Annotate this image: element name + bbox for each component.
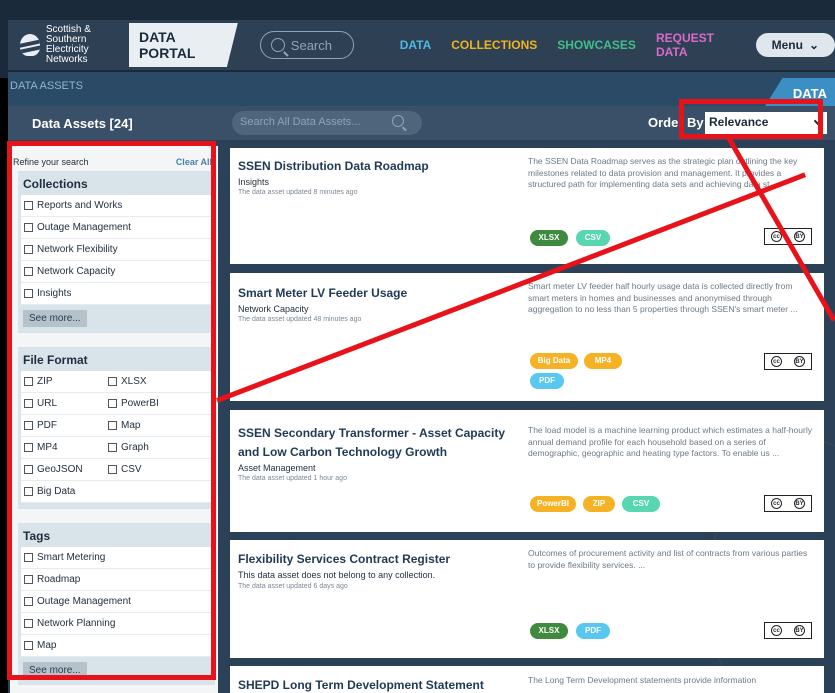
asset-collection: Insights bbox=[238, 177, 270, 187]
logo-text: Scottish & Southern Electricity Networks bbox=[46, 25, 119, 65]
asset-title[interactable]: Flexibility Services Contract Register bbox=[238, 551, 450, 567]
global-search-input[interactable]: Search bbox=[259, 31, 354, 59]
ssen-logo-icon bbox=[20, 34, 40, 56]
asset-updated: The data asset updated 6 days ago bbox=[238, 583, 348, 590]
asset-title[interactable]: SHEPD Long Term Development Statement bbox=[238, 677, 484, 693]
nav-data[interactable]: DATA bbox=[400, 38, 432, 52]
asset-updated: The data asset updated 1 hour ago bbox=[238, 475, 347, 482]
asset-search-placeholder: Search All Data Assets... bbox=[240, 116, 361, 128]
order-by-highlight bbox=[679, 99, 823, 139]
asset-title[interactable]: Smart Meter LV Feeder Usage bbox=[238, 285, 407, 301]
page-title: Data Assets [24] bbox=[32, 115, 133, 131]
cc-by-license-icon: cc BY bbox=[764, 495, 812, 512]
asset-search-input[interactable]: Search All Data Assets... bbox=[232, 111, 422, 135]
by-label: BY bbox=[794, 625, 805, 636]
cc-by-license-icon: cc BY bbox=[764, 353, 812, 370]
by-label: BY bbox=[794, 231, 805, 242]
asset-card[interactable]: SSEN Secondary Transformer - Asset Capac… bbox=[230, 410, 824, 532]
menu-button[interactable]: Menu ⌄ bbox=[755, 33, 835, 57]
nav-request-data[interactable]: REQUEST DATA bbox=[656, 31, 734, 59]
asset-description: The Long Term Development statements pro… bbox=[528, 675, 757, 685]
asset-description: Outcomes of procurement activity and lis… bbox=[528, 548, 808, 570]
data-portal-badge[interactable]: DATA PORTAL bbox=[128, 23, 238, 67]
tag-csv[interactable]: CSV bbox=[622, 496, 660, 512]
asset-description: Smart meter LV feeder half hourly usage … bbox=[528, 281, 798, 314]
asset-card[interactable]: SHEPD Long Term Development Statement Th… bbox=[230, 666, 824, 693]
logo-line-2: Electricity Networks bbox=[45, 44, 89, 65]
cc-by-license-icon: cc BY bbox=[764, 622, 812, 639]
tag-csv[interactable]: CSV bbox=[576, 230, 610, 246]
asset-title-line-1: SSEN Secondary Transformer - Asset Capac… bbox=[238, 426, 505, 440]
cc-icon: cc bbox=[771, 498, 782, 509]
asset-card[interactable]: Flexibility Services Contract Register T… bbox=[230, 540, 824, 658]
chevron-down-icon: ⌄ bbox=[808, 38, 820, 52]
cc-icon: cc bbox=[771, 356, 782, 367]
search-icon[interactable] bbox=[392, 115, 404, 127]
ssen-logo[interactable]: Scottish & Southern Electricity Networks bbox=[8, 25, 119, 65]
nav-collections[interactable]: COLLECTIONS bbox=[451, 38, 537, 52]
by-label: BY bbox=[794, 356, 805, 367]
top-navigation: Scottish & Southern Electricity Networks… bbox=[0, 0, 835, 78]
tag-pdf[interactable]: PDF bbox=[530, 373, 564, 389]
cc-icon: cc bbox=[771, 625, 782, 636]
asset-title[interactable]: SSEN Secondary Transformer - Asset Capac… bbox=[238, 425, 505, 460]
menu-label: Menu bbox=[771, 38, 803, 52]
asset-description: The load model is a machine learning pro… bbox=[528, 425, 812, 458]
asset-updated: The data asset updated 48 minutes ago bbox=[238, 316, 362, 323]
logo-line-1: Scottish & Southern bbox=[45, 24, 91, 45]
sidebar-highlight bbox=[7, 141, 216, 680]
tag-mp4[interactable]: MP4 bbox=[584, 353, 622, 369]
tag-zip[interactable]: ZIP bbox=[583, 496, 615, 512]
nav-showcases[interactable]: SHOWCASES bbox=[557, 38, 636, 52]
tag-powerbi[interactable]: PowerBI bbox=[530, 496, 576, 512]
tag-xlsx[interactable]: XLSX bbox=[530, 623, 568, 639]
global-search-placeholder: Search bbox=[290, 37, 332, 53]
tag-xlsx[interactable]: XLSX bbox=[530, 230, 568, 246]
asset-collection: Network Capacity bbox=[238, 304, 309, 314]
asset-card[interactable]: SSEN Distribution Data Roadmap Insights … bbox=[230, 148, 824, 264]
tag-pdf[interactable]: PDF bbox=[576, 623, 610, 639]
asset-title[interactable]: SSEN Distribution Data Roadmap bbox=[238, 158, 429, 174]
asset-card[interactable]: Smart Meter LV Feeder Usage Network Capa… bbox=[230, 273, 824, 401]
nav-bar: Scottish & Southern Electricity Networks… bbox=[8, 20, 835, 70]
asset-title-line-2: and Low Carbon Technology Growth bbox=[238, 445, 448, 459]
tag-big-data[interactable]: Big Data bbox=[530, 353, 578, 369]
search-icon bbox=[270, 38, 285, 52]
breadcrumb[interactable]: DATA ASSETS bbox=[10, 80, 83, 92]
asset-collection: Asset Management bbox=[238, 463, 316, 473]
asset-collection: This data asset does not belong to any c… bbox=[238, 570, 436, 580]
asset-updated: The data asset updated 8 minutes ago bbox=[238, 189, 358, 196]
by-label: BY bbox=[794, 498, 805, 509]
